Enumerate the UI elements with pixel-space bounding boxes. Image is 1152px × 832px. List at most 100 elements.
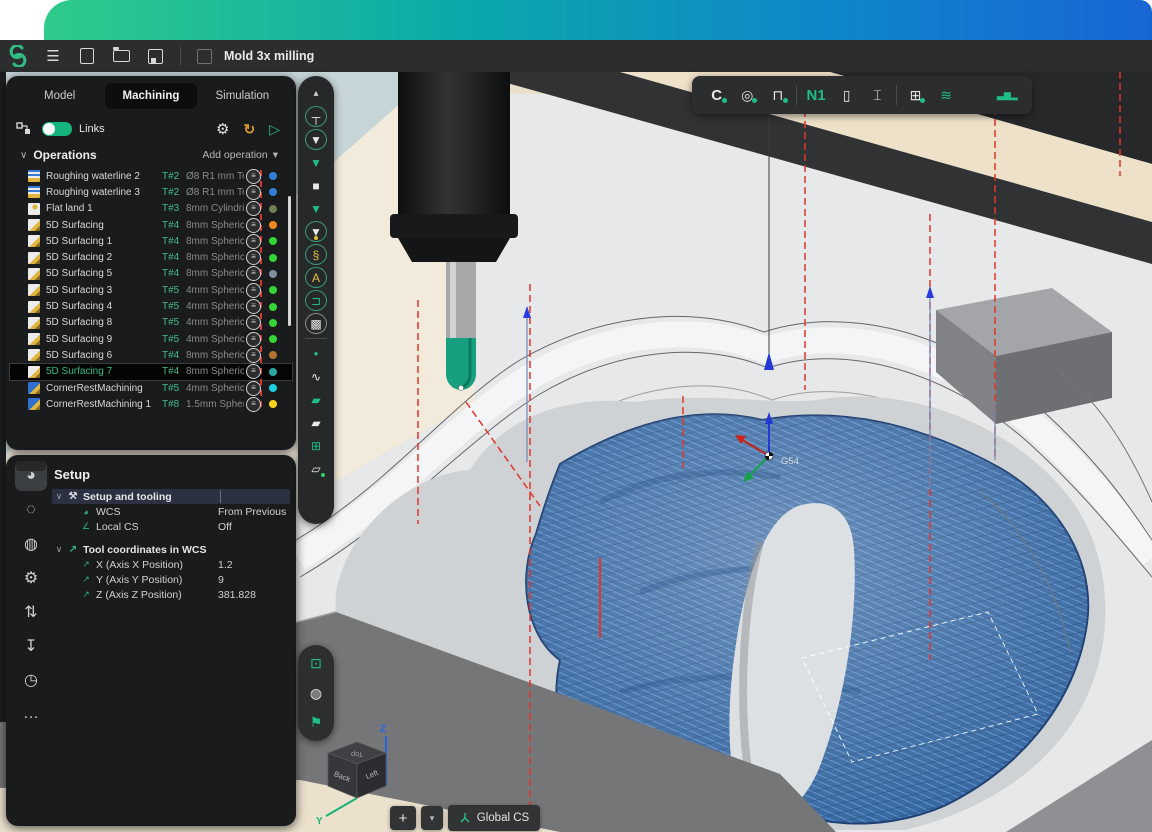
add-operation-button[interactable]: Add operation ▾	[202, 149, 288, 161]
point-display-icon[interactable]: ●	[304, 342, 328, 365]
tool-change-icon[interactable]: ↧	[15, 631, 47, 661]
axis-y-value[interactable]: 9	[218, 574, 224, 586]
recalculate-button[interactable]: ↻	[243, 121, 255, 138]
show-tool-icon[interactable]: ▼	[304, 128, 328, 151]
operation-link-icon[interactable]: ≡	[246, 185, 261, 200]
save-project-button[interactable]	[146, 47, 164, 65]
fit-view-icon[interactable]: ⊡	[305, 653, 327, 675]
main-menu-button[interactable]: ☰	[44, 47, 62, 65]
drill-spiral-icon[interactable]: §	[304, 243, 328, 266]
operation-link-icon[interactable]: ≡	[246, 315, 261, 330]
tab-model[interactable]: Model	[14, 83, 105, 109]
operation-row[interactable]: CornerRestMachining 1 T#8 1.5mm Spheri ≡	[10, 396, 292, 412]
row-wcs[interactable]: ◕ WCS From Previous	[52, 504, 290, 519]
operation-row[interactable]: Roughing waterline 2 T#2 Ø8 R1 mm Tor ≡	[10, 168, 292, 184]
operation-link-icon[interactable]: ≡	[246, 332, 261, 347]
operation-row[interactable]: 5D Surfacing 3 T#5 4mm Spherica ≡	[10, 282, 292, 298]
report-sheet-icon[interactable]: ▯	[835, 83, 859, 107]
operation-tool-number: T#8	[162, 399, 186, 410]
operation-link-icon[interactable]: ≡	[246, 169, 261, 184]
operation-link-icon[interactable]: ≡	[246, 266, 261, 281]
axis-z-value[interactable]: 381.828	[218, 589, 256, 601]
surface-grid-icon[interactable]: ⊞	[304, 434, 328, 457]
row-axis-x[interactable]: ↗ X (Axis X Position) 1.2	[52, 557, 290, 572]
axis-x-value[interactable]: 1.2	[218, 559, 233, 571]
show-holder-icon[interactable]: ┬	[304, 105, 328, 128]
tool-active-icon[interactable]: ▼	[304, 197, 328, 220]
tab-simulation[interactable]: Simulation	[197, 83, 288, 109]
surface-flat-icon[interactable]: ▰	[304, 411, 328, 434]
caliper-icon[interactable]: ⊓	[766, 83, 790, 107]
local-cs-value[interactable]: Off	[218, 521, 232, 533]
time-estimate-icon[interactable]: ◷	[15, 665, 47, 695]
operation-row[interactable]: Roughing waterline 3 T#2 Ø8 R1 mm Tor ≡	[10, 184, 292, 200]
operation-row[interactable]: 5D Surfacing 9 T#5 4mm Spherica ≡	[10, 331, 292, 347]
axes-limits-icon[interactable]: ⇅	[15, 597, 47, 627]
collapse-toolbar-icon[interactable]: ▴	[304, 82, 328, 105]
magnet-clamp-icon[interactable]: C	[705, 83, 729, 107]
operation-link-icon[interactable]: ≡	[246, 250, 261, 265]
links-toggle[interactable]	[42, 122, 72, 136]
stock-dashed-icon[interactable]: ◌	[15, 495, 47, 525]
operation-link-icon[interactable]: ≡	[246, 201, 261, 216]
operation-link-icon[interactable]: ≡	[246, 299, 261, 314]
step-flag-icon[interactable]: ⚑	[305, 712, 327, 734]
operation-row[interactable]: 5D Surfacing 2 T#4 8mm Spherica ≡	[10, 249, 292, 265]
open-project-button[interactable]	[112, 47, 130, 65]
row-local-cs[interactable]: ∠ Local CS Off	[52, 519, 290, 534]
fixture-icon[interactable]: ⊐	[304, 289, 328, 312]
cs-dropdown-button[interactable]: ▾	[421, 806, 443, 830]
tab-machining[interactable]: Machining	[105, 83, 196, 109]
surface-points-icon[interactable]: ▱	[304, 457, 328, 480]
machine-settings-icon[interactable]: ⚙	[15, 563, 47, 593]
run-simulation-button[interactable]: ▷	[269, 121, 280, 138]
bar-chart-icon[interactable]: ▃▆▂	[995, 83, 1019, 107]
operations-collapse-chevron[interactable]: ∨	[20, 150, 27, 161]
mesh-hatch-icon[interactable]: ▩	[304, 312, 328, 335]
add-cs-button[interactable]: +	[390, 806, 416, 830]
group-tool-coordinates[interactable]: ∨ ↗ Tool coordinates in WCS	[52, 542, 290, 557]
tool-collar-icon[interactable]: ▼	[304, 151, 328, 174]
new-project-button[interactable]	[78, 47, 96, 65]
operation-row[interactable]: 5D Surfacing 4 T#5 4mm Spherica ≡	[10, 298, 292, 314]
turn-setup-icon[interactable]: ◍	[15, 529, 47, 559]
more-icon[interactable]: …	[15, 699, 47, 729]
titlebar-separator	[180, 47, 181, 65]
view-sphere-icon[interactable]: ◍	[305, 682, 327, 704]
graph-analysis-icon[interactable]: ≋	[934, 83, 958, 107]
operations-scrollbar[interactable]	[288, 196, 291, 326]
global-cs-button[interactable]: Global CS	[448, 805, 540, 831]
operation-row[interactable]: CornerRestMachining T#5 4mm Spherica ≡	[10, 380, 292, 396]
control-panel-icon[interactable]: ⊞	[903, 83, 927, 107]
layers-icon[interactable]	[965, 83, 989, 107]
operations-title: Operations	[33, 148, 96, 162]
stop-block-icon[interactable]: ■	[304, 174, 328, 197]
operation-row[interactable]: 5D Surfacing 6 T#4 8mm Spherica ≡	[10, 347, 292, 363]
operation-link-icon[interactable]: ≡	[246, 283, 261, 298]
operation-link-icon[interactable]: ≡	[246, 218, 261, 233]
tool-pair-icon[interactable]: ⌶	[865, 83, 889, 107]
operation-row[interactable]: 5D Surfacing 1 T#4 8mm Spherica ≡	[10, 233, 292, 249]
operation-link-icon[interactable]: ≡	[246, 397, 261, 412]
row-axis-y[interactable]: ↗ Y (Axis Y Position) 9	[52, 572, 290, 587]
holder-warn-icon[interactable]: A	[304, 266, 328, 289]
operations-settings-button[interactable]: ⚙	[216, 120, 229, 138]
tool-tip-icon[interactable]: ▼	[304, 220, 328, 243]
operation-row[interactable]: 5D Surfacing 8 T#5 4mm Spherica ≡	[10, 315, 292, 331]
operation-row[interactable]: Flat land 1 T#3 8mm Cylindric ≡	[10, 201, 292, 217]
wcs-value[interactable]: From Previous	[218, 506, 286, 518]
operation-link-icon[interactable]: ≡	[246, 348, 261, 363]
surface-shaded-icon[interactable]: ▰	[304, 388, 328, 411]
row-axis-z[interactable]: ↗ Z (Axis Z Position) 381.828	[52, 587, 290, 602]
operation-link-icon[interactable]: ≡	[246, 381, 261, 396]
operation-row[interactable]: 5D Surfacing 7 T#4 8mm Spherica ≡	[10, 364, 292, 380]
operation-row[interactable]: 5D Surfacing 5 T#4 8mm Spherica ≡	[10, 266, 292, 282]
group-setup-and-tooling[interactable]: ∨ ⚒ Setup and tooling	[52, 489, 290, 504]
toolpath-curve-icon[interactable]: ∿	[304, 365, 328, 388]
probe-icon[interactable]: ◎	[735, 83, 759, 107]
operation-link-icon[interactable]: ≡	[246, 364, 261, 379]
operation-link-icon[interactable]: ≡	[246, 234, 261, 249]
header-gradient-band	[44, 0, 1152, 44]
nc-program-icon[interactable]: N1	[804, 83, 828, 107]
operation-row[interactable]: 5D Surfacing T#4 8mm Spherica ≡	[10, 217, 292, 233]
